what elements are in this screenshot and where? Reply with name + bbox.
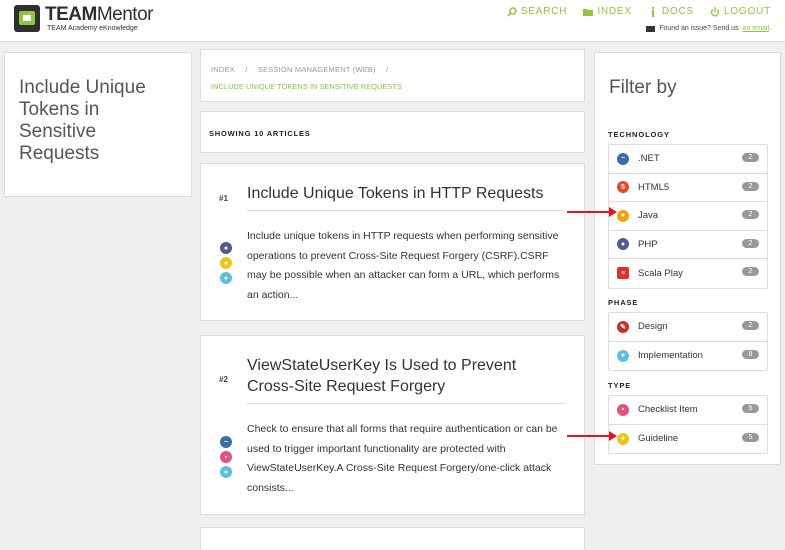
article-number: #1 bbox=[219, 194, 228, 203]
filter-item-label: Implementation bbox=[638, 350, 703, 362]
java-icon: ● bbox=[617, 209, 629, 222]
filter-item-java[interactable]: ● Java 2 bbox=[609, 202, 767, 231]
nav-docs[interactable]: DOCS bbox=[648, 6, 694, 17]
implementation-icon: ● bbox=[220, 272, 232, 284]
breadcrumb-separator: / bbox=[245, 65, 248, 74]
email-link[interactable]: an email bbox=[743, 25, 769, 32]
filter-section-technology: TECHNOLOGY bbox=[608, 130, 670, 139]
count-badge: 2 bbox=[742, 210, 759, 219]
article-card: #2 ViewStateUserKey Is Used to Prevent C… bbox=[200, 335, 585, 515]
article-title[interactable]: ViewStateUserKey Is Used to Prevent Cros… bbox=[247, 355, 566, 404]
article-card: #1 Include Unique Tokens in HTTP Request… bbox=[200, 163, 585, 321]
dotnet-icon: ~ bbox=[220, 436, 232, 448]
html5-icon: 5 bbox=[617, 181, 629, 194]
breadcrumb-separator: / bbox=[386, 65, 389, 74]
article-card bbox=[200, 527, 585, 550]
article-title[interactable]: Include Unique Tokens in HTTP Requests bbox=[247, 183, 566, 211]
nav-search[interactable]: SEARCH bbox=[507, 6, 567, 17]
phase-filter-list: ✎ Design 2 ● Implementation 8 bbox=[608, 312, 768, 371]
checklist-icon: ▪ bbox=[220, 451, 232, 463]
breadcrumb-session-management[interactable]: SESSION MANAGEMENT (WEB) bbox=[258, 65, 376, 74]
filter-section-phase: PHASE bbox=[608, 298, 639, 307]
breadcrumb: INDEX / SESSION MANAGEMENT (WEB) / INCLU… bbox=[200, 49, 585, 102]
nav-docs-label: DOCS bbox=[661, 6, 694, 17]
scala-icon: ≡ bbox=[617, 267, 629, 280]
guideline-icon: ● bbox=[617, 432, 629, 445]
issue-period: . bbox=[769, 25, 771, 32]
count-badge: 2 bbox=[742, 267, 759, 276]
top-header: TEAMMentor TEAM Academy eKnowledge SEARC… bbox=[0, 0, 785, 42]
type-filter-list: ▪ Checklist Item 5 ● Guideline 5 bbox=[608, 395, 768, 454]
count-badge: 8 bbox=[742, 349, 759, 359]
logo-icon bbox=[14, 5, 40, 32]
nav-index[interactable]: INDEX bbox=[583, 6, 632, 17]
guideline-icon: ● bbox=[220, 257, 232, 269]
checklist-icon: ▪ bbox=[617, 403, 629, 416]
filter-item-label: Java bbox=[638, 210, 659, 222]
issue-text: Found an issue? Send us bbox=[659, 25, 739, 32]
count-badge: 5 bbox=[742, 432, 759, 442]
filter-item-label: Design bbox=[638, 321, 668, 333]
filter-item-label: Checklist Item bbox=[638, 404, 698, 416]
nav-logout[interactable]: LOGOUT bbox=[710, 6, 771, 17]
breadcrumb-current: INCLUDE UNIQUE TOKENS IN SENSITIVE REQUE… bbox=[211, 82, 403, 91]
filter-item-design[interactable]: ✎ Design 2 bbox=[609, 313, 767, 342]
filter-item-label: .NET bbox=[638, 153, 660, 165]
php-icon: ● bbox=[220, 242, 232, 254]
article-number: #2 bbox=[219, 375, 228, 384]
count-badge: 2 bbox=[742, 321, 759, 330]
main-nav: SEARCH INDEX DOCS LOGOUT bbox=[507, 6, 771, 17]
article-summary: Include unique tokens in HTTP requests w… bbox=[247, 230, 560, 301]
implementation-icon: ● bbox=[617, 349, 629, 362]
page-title: Include Unique Tokens in Sensitive Reque… bbox=[19, 77, 146, 164]
filter-item-checklist[interactable]: ▪ Checklist Item 5 bbox=[609, 396, 767, 425]
envelope-icon bbox=[646, 25, 656, 32]
annotation-arrow-java bbox=[567, 207, 617, 217]
folder-icon bbox=[583, 8, 594, 16]
design-icon: ✎ bbox=[617, 320, 629, 333]
filter-item-guideline[interactable]: ● Guideline 5 bbox=[609, 425, 767, 454]
breadcrumb-index[interactable]: INDEX bbox=[211, 65, 235, 74]
article-tag-icons: ● ● ● bbox=[220, 242, 232, 284]
issue-notice: Found an issue? Send us an email. bbox=[646, 25, 771, 32]
dotnet-icon: ~ bbox=[617, 152, 629, 165]
nav-index-label: INDEX bbox=[597, 6, 632, 17]
count-badge: 2 bbox=[742, 153, 759, 162]
filter-item-label: HTML5 bbox=[638, 181, 670, 193]
count-badge: 5 bbox=[742, 404, 759, 413]
filter-section-type: TYPE bbox=[608, 381, 632, 390]
nav-logout-label: LOGOUT bbox=[723, 6, 771, 17]
filter-item-label: PHP bbox=[638, 238, 658, 250]
filter-item-php[interactable]: ● PHP 2 bbox=[609, 231, 767, 259]
nav-search-label: SEARCH bbox=[520, 6, 568, 17]
filter-item-implementation[interactable]: ● Implementation 8 bbox=[609, 342, 767, 371]
count-badge: 2 bbox=[742, 181, 759, 191]
filter-item-dotnet[interactable]: ~ .NET 2 bbox=[609, 145, 767, 174]
info-icon bbox=[651, 6, 654, 17]
article-summary: Check to ensure that all forms that requ… bbox=[247, 423, 558, 494]
logo-subtitle: TEAM Academy eKnowledge bbox=[47, 25, 138, 32]
technology-filter-list: ~ .NET 2 5 HTML5 2 ● Java 2 ● PHP 2 ≡ Scala Play 2 bbox=[608, 144, 768, 289]
logo-title-light: Mentor bbox=[96, 4, 154, 25]
filter-title: Filter by bbox=[609, 77, 677, 98]
count-badge: 2 bbox=[742, 238, 759, 248]
filter-item-scala-play[interactable]: ≡ Scala Play 2 bbox=[609, 259, 767, 288]
php-icon: ● bbox=[617, 238, 629, 251]
power-icon bbox=[710, 6, 720, 17]
filter-panel: Filter by TECHNOLOGY ~ .NET 2 5 HTML5 2 ● Jav… bbox=[594, 52, 781, 465]
annotation-arrow-guideline bbox=[567, 431, 617, 441]
article-count: SHOWING 10 ARTICLES bbox=[200, 111, 585, 153]
search-icon bbox=[507, 6, 517, 17]
filter-item-label: Scala Play bbox=[638, 267, 683, 279]
logo-title-bold: TEAM bbox=[45, 4, 97, 25]
filter-item-html5[interactable]: 5 HTML5 2 bbox=[609, 174, 767, 202]
article-tag-icons: ~ ▪ ● bbox=[220, 436, 232, 478]
team-mentor-logo[interactable]: TEAMMentor TEAM Academy eKnowledge bbox=[14, 5, 153, 32]
left-title-panel: Include Unique Tokens in Sensitive Reque… bbox=[4, 52, 192, 197]
filter-item-label: Guideline bbox=[638, 433, 679, 445]
implementation-icon: ● bbox=[220, 466, 232, 478]
